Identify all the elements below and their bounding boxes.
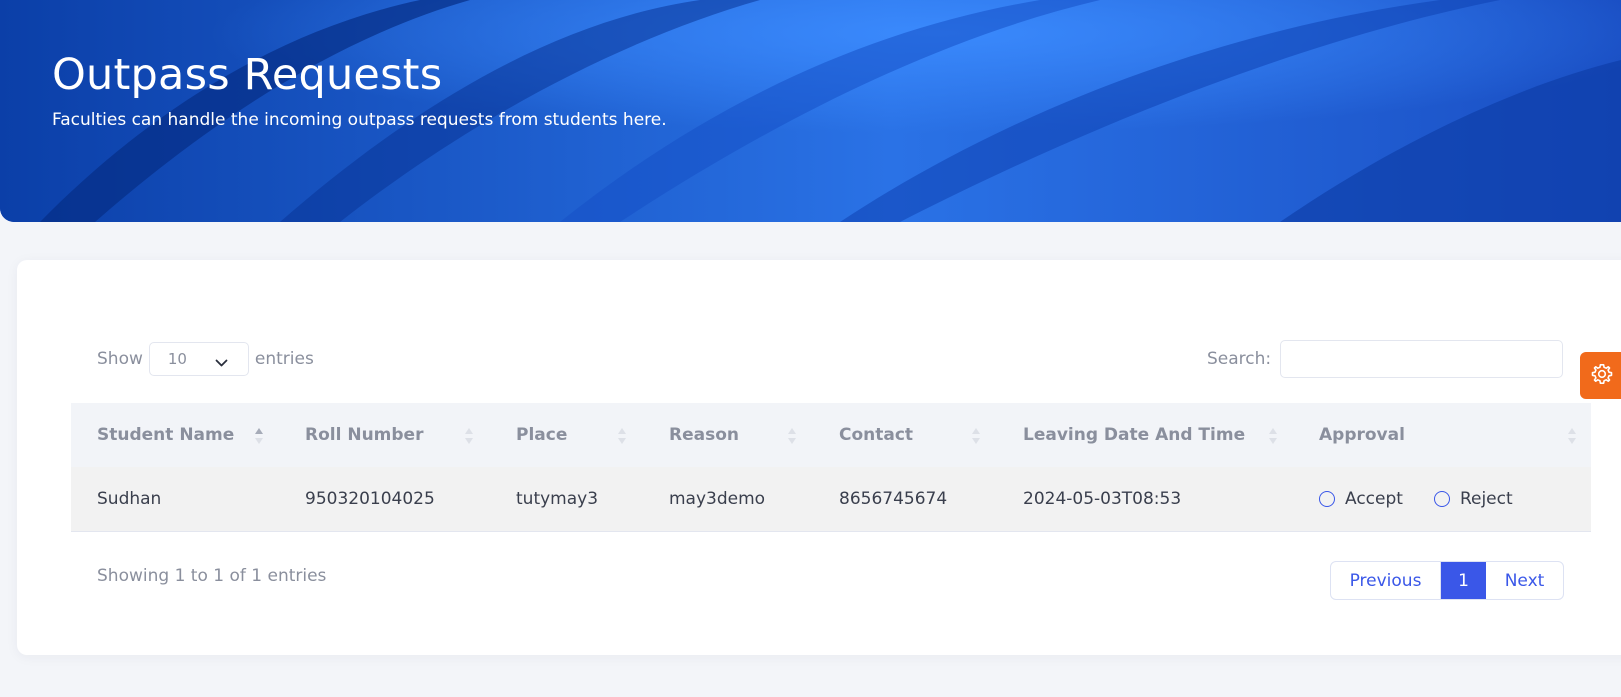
cell-contact: 8656745674 <box>839 489 948 509</box>
next-page-button[interactable]: Next <box>1486 562 1563 599</box>
table-info: Showing 1 to 1 of 1 entries <box>97 566 327 586</box>
entries-label: entries <box>254 349 314 369</box>
sort-icon <box>617 427 627 445</box>
table-row: Sudhan 950320104025 tutymay3 may3demo 86… <box>71 467 1591 532</box>
gear-icon <box>1590 362 1614 390</box>
previous-page-button[interactable]: Previous <box>1331 562 1441 599</box>
cell-roll-number: 950320104025 <box>305 489 435 509</box>
cell-reason: may3demo <box>669 489 766 509</box>
column-header-leaving-date-time[interactable]: Leaving Date And Time <box>1023 403 1245 467</box>
column-header-approval[interactable]: Approval <box>1319 403 1405 467</box>
reject-radio[interactable] <box>1433 491 1450 507</box>
search-input[interactable] <box>1280 340 1564 378</box>
page-1-button[interactable]: 1 <box>1441 562 1486 599</box>
column-header-reason[interactable]: Reason <box>669 403 739 467</box>
cell-place: tutymay3 <box>516 489 599 509</box>
reject-label[interactable]: Reject <box>1460 489 1513 509</box>
settings-button[interactable] <box>1580 352 1621 399</box>
search-control: Search: <box>1207 340 1564 378</box>
cell-student-name: Sudhan <box>97 489 162 509</box>
sort-icon <box>1567 427 1577 445</box>
column-header-student-name[interactable]: Student Name <box>97 403 234 467</box>
page-title: Outpass Requests <box>52 50 443 100</box>
accept-radio[interactable] <box>1319 491 1335 507</box>
show-label: Show <box>97 349 143 369</box>
accept-label[interactable]: Accept <box>1345 489 1403 509</box>
sort-icon <box>464 427 474 445</box>
column-header-roll-number[interactable]: Roll Number <box>305 403 423 467</box>
sort-icon <box>254 427 264 445</box>
chevron-down-icon <box>215 354 228 372</box>
approval-options: Accept Reject <box>1319 467 1544 531</box>
cell-leaving-date-time: 2024-05-03T08:53 <box>1023 489 1182 509</box>
page-hero: Outpass Requests Faculties can handle th… <box>0 0 1621 222</box>
sort-icon <box>1268 427 1278 445</box>
outpass-requests-table: Student Name Roll Number Place Reason Co… <box>71 403 1591 532</box>
column-header-place[interactable]: Place <box>516 403 567 467</box>
page-subtitle: Faculties can handle the incoming outpas… <box>52 110 667 130</box>
search-label: Search: <box>1207 349 1272 369</box>
table-header-row: Student Name Roll Number Place Reason Co… <box>71 403 1591 467</box>
pagination: Previous 1 Next <box>1330 561 1564 600</box>
entries-select[interactable]: 10 <box>148 342 249 376</box>
entries-value: 10 <box>167 350 187 368</box>
entries-length-control: Show 10 entries <box>97 342 314 376</box>
column-header-contact[interactable]: Contact <box>839 403 913 467</box>
sort-icon <box>971 427 981 445</box>
sort-icon <box>787 427 797 445</box>
